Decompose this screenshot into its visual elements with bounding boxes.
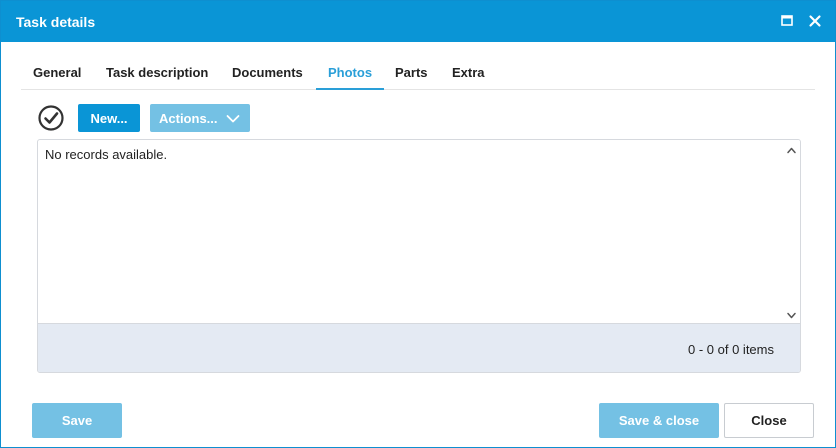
tab-parts[interactable]: Parts bbox=[383, 55, 440, 90]
pager-info: 0 - 0 of 0 items bbox=[688, 342, 774, 357]
close-button[interactable]: Close bbox=[724, 403, 814, 438]
dialog-titlebar[interactable]: Task details bbox=[1, 1, 835, 42]
save-and-close-button[interactable]: Save & close bbox=[599, 403, 719, 438]
grid-pager: 0 - 0 of 0 items bbox=[38, 323, 800, 372]
tab-strip: General Task description Documents Photo… bbox=[21, 55, 815, 90]
scroll-down-icon[interactable] bbox=[786, 308, 797, 319]
check-circle-icon[interactable] bbox=[37, 104, 65, 132]
new-button[interactable]: New... bbox=[78, 104, 140, 132]
tab-photos[interactable]: Photos bbox=[316, 55, 385, 90]
maximize-icon[interactable] bbox=[778, 12, 796, 30]
tab-general[interactable]: General bbox=[21, 55, 93, 90]
dialog-title: Task details bbox=[16, 14, 96, 30]
empty-message: No records available. bbox=[45, 147, 168, 162]
tab-documents[interactable]: Documents bbox=[220, 55, 315, 90]
grid-content: No records available. bbox=[38, 140, 783, 323]
actions-dropdown-button[interactable]: Actions... bbox=[150, 104, 250, 132]
actions-label: Actions... bbox=[159, 110, 218, 126]
close-icon[interactable] bbox=[806, 12, 824, 30]
task-details-dialog: Task details General Task description Do… bbox=[0, 0, 836, 448]
tab-extra[interactable]: Extra bbox=[440, 55, 497, 90]
save-button[interactable]: Save bbox=[32, 403, 122, 438]
chevron-down-icon bbox=[226, 112, 240, 127]
scroll-up-icon[interactable] bbox=[786, 143, 797, 154]
tab-task-description[interactable]: Task description bbox=[94, 55, 220, 90]
vertical-scrollbar[interactable] bbox=[783, 140, 800, 323]
photos-grid: No records available. 0 - 0 of 0 items bbox=[37, 139, 801, 373]
